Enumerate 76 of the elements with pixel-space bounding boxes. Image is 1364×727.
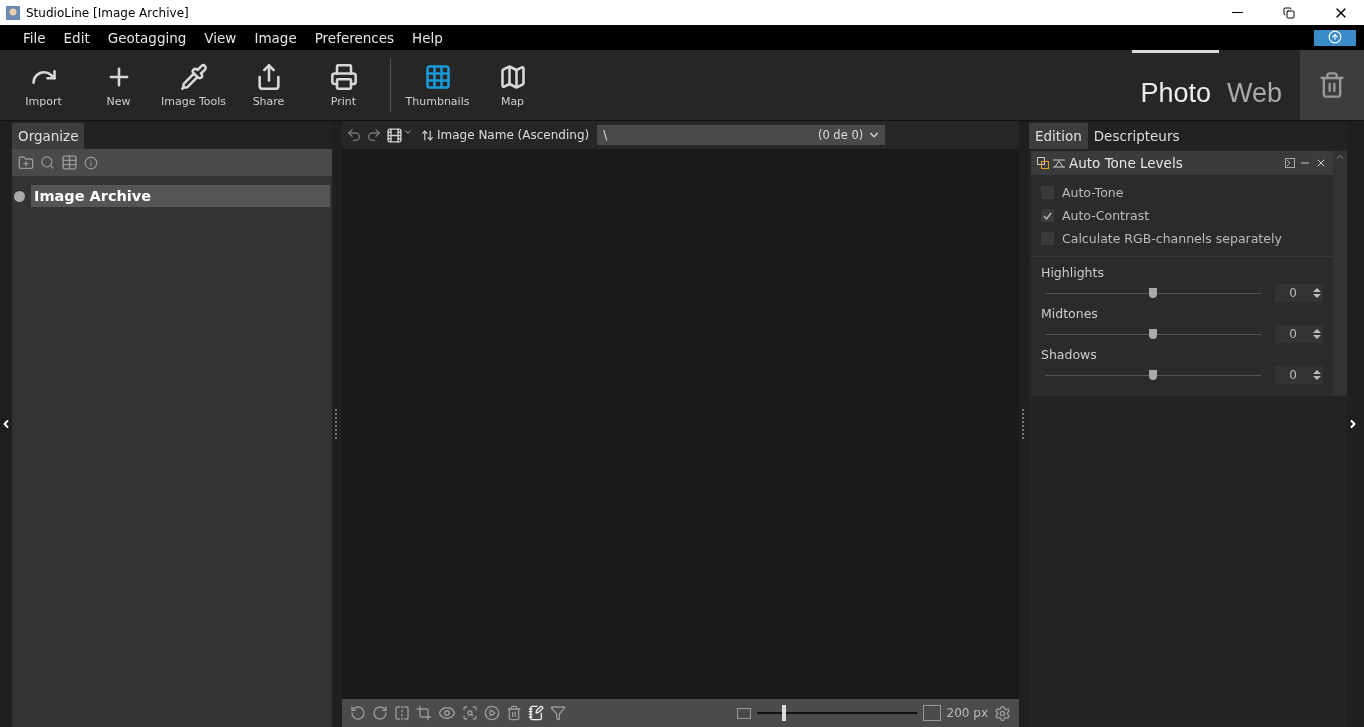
panel-tab[interactable]: Edition [1029,123,1088,149]
table-icon[interactable] [61,154,78,171]
crop-icon[interactable] [416,705,432,721]
sort-button[interactable]: Image Name (Ascending) [417,128,594,142]
panel-tab[interactable]: Organize [12,123,85,149]
pipette-icon [179,62,208,91]
number-spinner[interactable]: 0 [1275,284,1323,302]
panel-tab[interactable]: Descripteurs [1087,123,1186,149]
tool-title: Auto Tone Levels [1069,155,1184,171]
minimize-icon [1231,12,1243,13]
flip-icon[interactable] [394,705,410,721]
slider-label: Shadows [1041,347,1098,362]
app-logo-icon [6,5,20,20]
checkbox-option[interactable]: Auto-Contrast [1041,208,1323,223]
slider-thumb[interactable] [1149,287,1157,298]
status-dot [14,190,25,202]
zoom-reading: 200 px [946,706,988,720]
splitter-handle[interactable] [1022,409,1026,439]
undo-icon[interactable] [346,127,362,143]
restore-icon [1283,6,1295,19]
upload-icon[interactable] [1314,29,1356,46]
checkbox-option[interactable]: Auto-Tone [1041,185,1323,200]
menu-item[interactable]: Help [403,29,452,46]
settings-icon[interactable] [994,704,1011,722]
slider-label: Midtones [1041,306,1099,321]
number-spinner[interactable]: 0 [1275,366,1323,384]
tool-layers-icon [1037,157,1049,169]
slider-label: Highlights [1041,265,1105,280]
slider-thumb[interactable] [781,705,786,721]
toolbar-button[interactable]: Import [6,50,81,120]
toolbar-button[interactable]: Map [475,50,550,120]
rotate-left-icon[interactable] [350,705,366,721]
redo-icon[interactable] [366,127,382,143]
mode-tab[interactable]: Web [1218,50,1290,120]
toolbar-button[interactable]: Share [231,50,306,120]
toolbar-button[interactable]: Image Tools [156,50,231,120]
menu-item[interactable]: Image [245,29,306,46]
menu-item[interactable]: Preferences [305,29,404,46]
window-title: StudioLine [Image Archive] [26,5,190,20]
play-icon[interactable] [484,705,500,721]
small-size-icon [736,707,751,719]
toolbar-button[interactable]: Print [306,50,381,120]
menu-item[interactable]: Edit [54,29,99,46]
slider-thumb[interactable] [1149,369,1157,380]
sort-arrows-icon [421,128,434,142]
slider-thumb[interactable] [1149,328,1157,339]
filter-icon[interactable] [550,705,566,721]
number-spinner[interactable]: 0 [1275,325,1323,343]
trash-icon[interactable] [506,705,522,721]
folder-plus-icon[interactable] [18,154,34,171]
trash-button[interactable] [1300,50,1364,120]
map-icon [498,62,527,91]
dock-icon[interactable] [1285,158,1295,168]
zoom-view-icon[interactable] [462,705,478,721]
trash-icon [1318,71,1346,99]
splitter-handle[interactable] [335,409,339,439]
toolbar-button[interactable]: New [81,50,156,120]
levels-icon [1053,158,1065,168]
info-icon[interactable] [84,155,98,170]
rotate-right-icon[interactable] [372,705,388,721]
grid-icon [423,62,452,91]
filmstrip-view-icon[interactable] [386,126,413,144]
toolbar-button[interactable]: Thumbnails [400,50,475,120]
close-icon[interactable] [1315,157,1327,169]
eye-icon[interactable] [438,704,456,722]
path-dropdown[interactable]: \ (0 de 0) [597,125,886,145]
search-icon[interactable] [40,155,55,170]
menu-item[interactable]: View [195,29,246,46]
tree-item[interactable]: Image Archive [31,185,330,207]
menu-item[interactable]: File [14,29,55,46]
notes-icon[interactable] [528,705,544,721]
checkbox[interactable] [1041,209,1054,222]
large-size-icon [922,705,941,721]
checkbox-option[interactable]: Calculate RGB-channels separately [1041,231,1323,246]
menu-item[interactable]: Geotagging [98,29,196,46]
printer-icon [329,62,358,91]
